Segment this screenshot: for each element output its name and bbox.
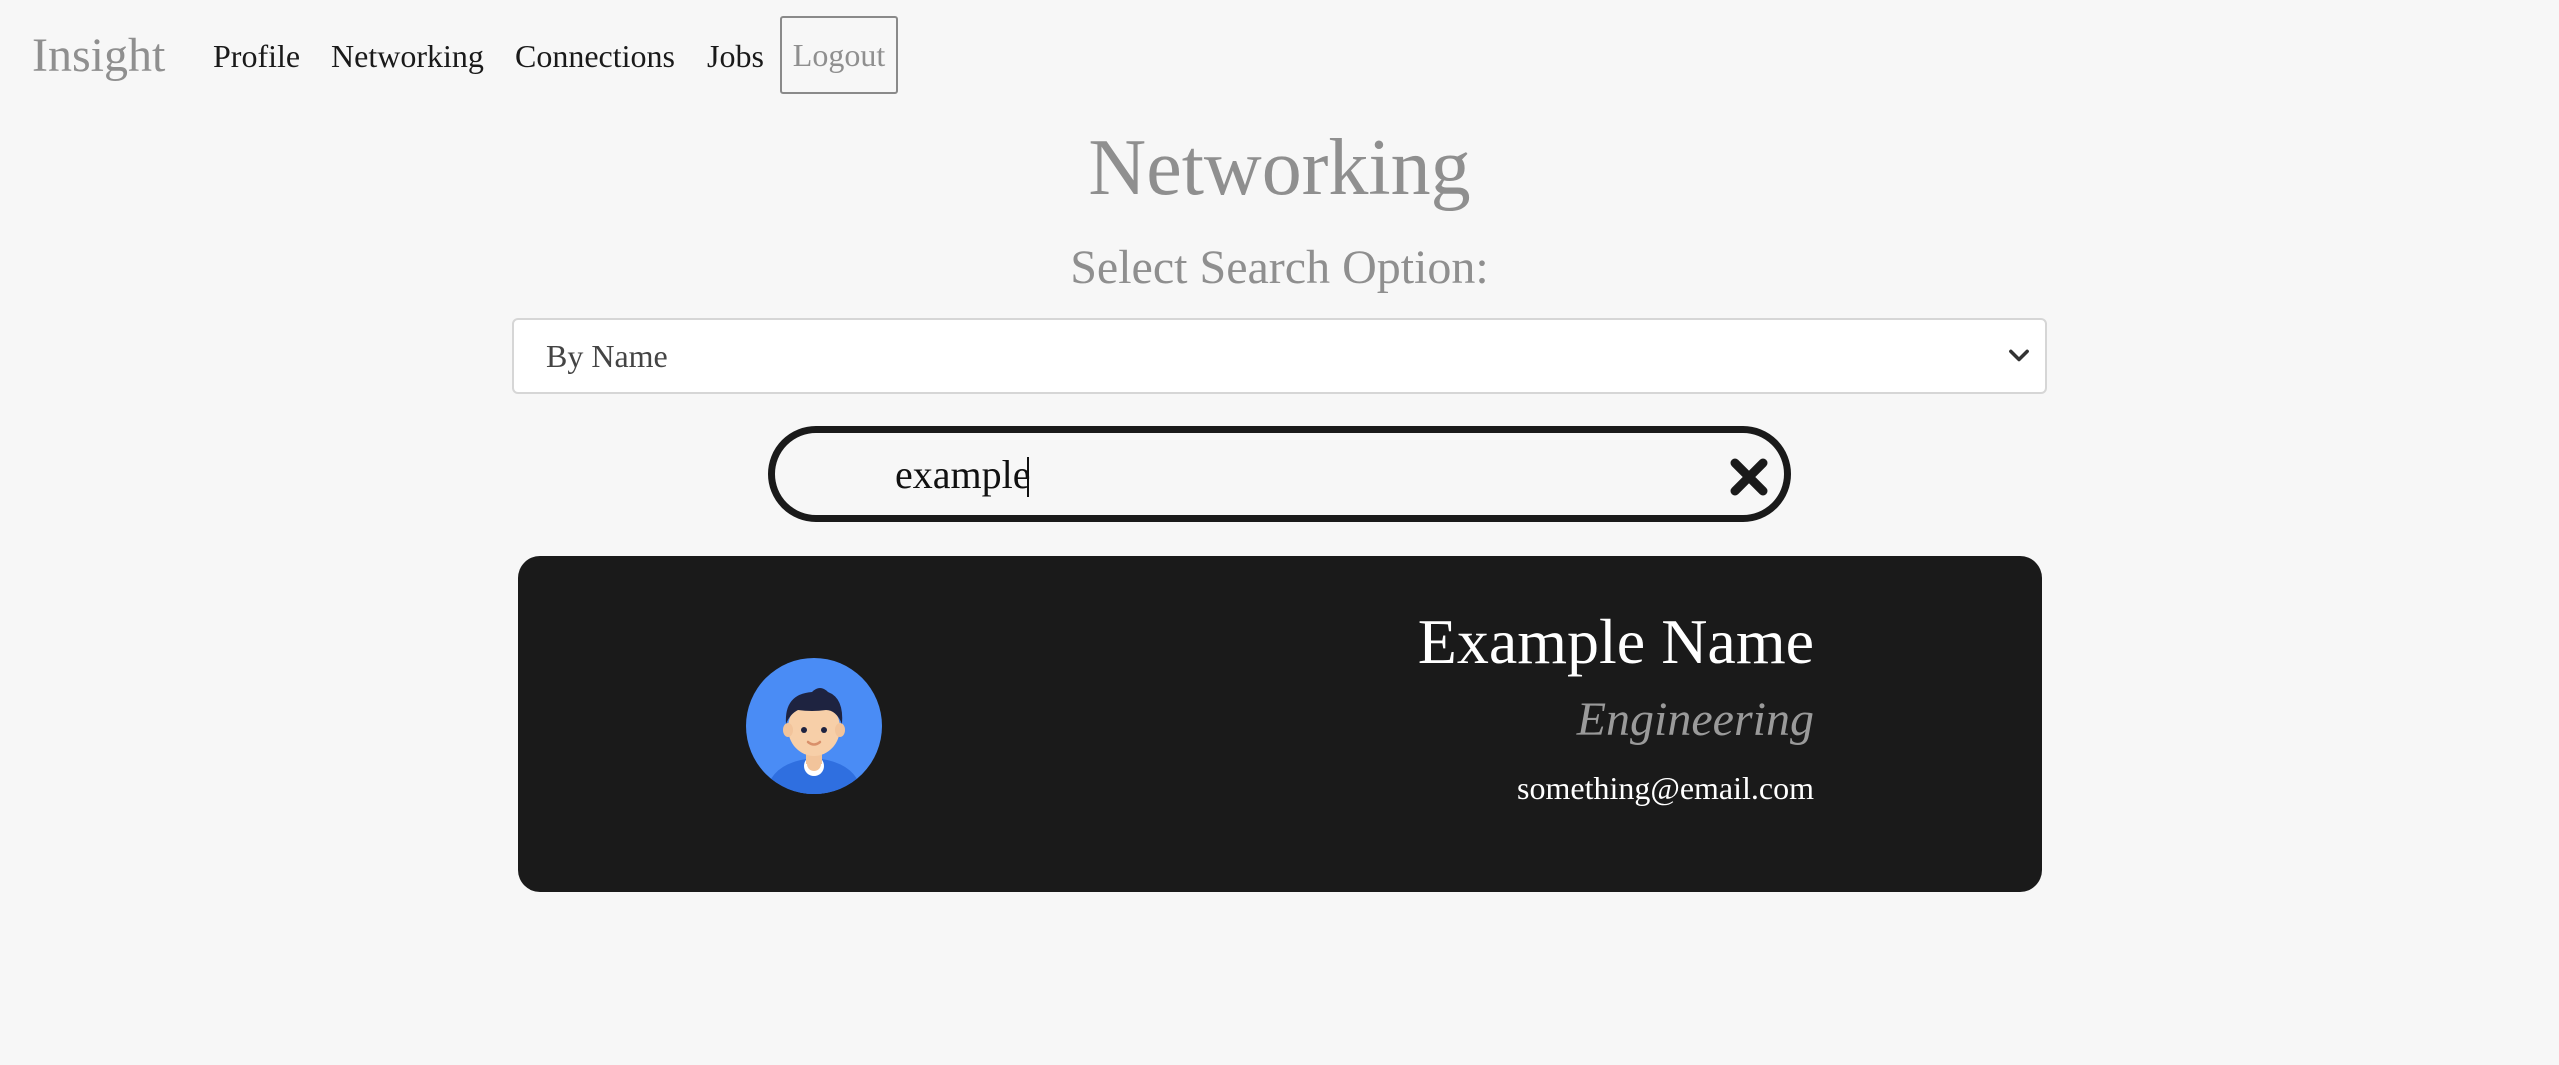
search-box	[768, 426, 1791, 522]
result-name: Example Name	[1417, 606, 1814, 677]
search-input[interactable]	[895, 445, 1655, 503]
chevron-down-icon	[2009, 349, 2029, 362]
nav-link-profile[interactable]: Profile	[213, 34, 300, 78]
navbar: Insight Profile Networking Connections J…	[0, 0, 2559, 110]
nav-link-networking[interactable]: Networking	[331, 34, 484, 78]
nav-link-jobs[interactable]: Jobs	[707, 34, 764, 78]
result-card[interactable]: Example Name Engineering something@email…	[518, 556, 2042, 892]
page-title: Networking	[1088, 124, 1471, 212]
result-email[interactable]: something@email.com	[1517, 766, 1814, 810]
close-icon[interactable]	[1725, 453, 1773, 501]
search-option-select[interactable]: By Name	[512, 318, 2047, 394]
search-option-label: Select Search Option:	[1070, 241, 1489, 294]
user-avatar-icon	[746, 658, 882, 794]
brand-logo[interactable]: Insight	[32, 26, 165, 86]
text-caret	[1027, 457, 1029, 497]
logout-button[interactable]: Logout	[780, 16, 898, 94]
result-department: Engineering	[1576, 693, 1814, 746]
nav-link-connections[interactable]: Connections	[515, 34, 675, 78]
search-option-selected-value: By Name	[546, 338, 668, 374]
